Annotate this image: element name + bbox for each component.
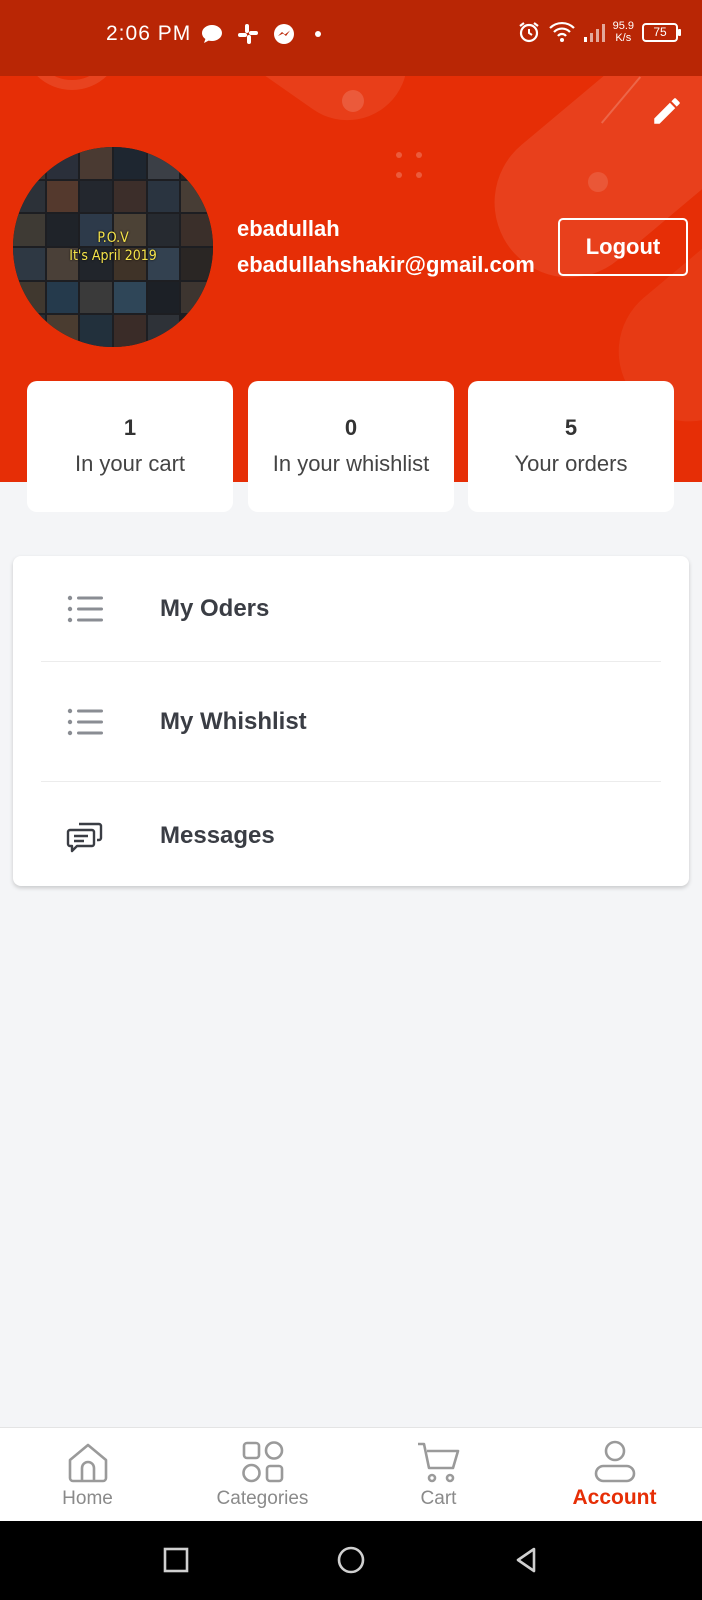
user-icon (594, 1440, 636, 1483)
battery-indicator: 75 (642, 22, 681, 42)
stat-value: 1 (123, 415, 137, 440)
system-navigation-bar (0, 1521, 702, 1600)
stat-orders[interactable]: 5 Your orders (468, 381, 674, 512)
menu-divider (41, 781, 661, 782)
user-name: ebadullah (237, 216, 340, 241)
list-icon (67, 595, 103, 623)
chat-icon (66, 822, 103, 853)
nav-home[interactable]: Home (0, 1428, 175, 1522)
grid-icon (242, 1441, 284, 1483)
menu-item-my-wishlist[interactable]: My Whishlist (13, 669, 689, 775)
nav-categories[interactable]: Categories (175, 1428, 350, 1522)
messenger-icon (274, 24, 294, 44)
stat-value: 5 (564, 415, 578, 440)
nav-cart[interactable]: Cart (351, 1428, 526, 1522)
stat-cart[interactable]: 1 In your cart (27, 381, 233, 512)
slack-icon (238, 24, 258, 44)
signal-icon (583, 24, 605, 42)
wifi-icon (548, 21, 575, 42)
nav-label: Categories (216, 1488, 309, 1509)
decor-dot (588, 172, 608, 192)
nav-account[interactable]: Account (527, 1428, 702, 1522)
bottom-navigation: Home Categories Cart Account (0, 1427, 702, 1521)
stat-label: In your whishlist (272, 451, 430, 476)
nav-label: Cart (420, 1488, 457, 1509)
stat-label: Your orders (514, 451, 628, 476)
menu-item-label: Messages (160, 822, 275, 849)
menu-item-label: My Oders (160, 595, 270, 622)
stat-wishlist[interactable]: 0 In your whishlist (248, 381, 454, 512)
home-button-icon[interactable] (336, 1545, 366, 1575)
decor-dot (342, 90, 364, 112)
decor-dots (394, 148, 434, 188)
logout-button[interactable]: Logout (558, 218, 688, 276)
status-bar: 2:06 PM 95.9 K/s 75 (0, 0, 702, 76)
cart-icon (418, 1442, 460, 1483)
network-speed: 95.9 K/s (612, 20, 634, 44)
chat-bubble-icon (202, 25, 222, 43)
alarm-icon (518, 22, 539, 43)
profile-avatar[interactable]: P.O.V It's April 2019 (13, 147, 213, 347)
user-email: ebadullahshakir@gmail.com (237, 252, 535, 277)
list-icon (67, 708, 103, 736)
recent-apps-icon[interactable] (161, 1545, 191, 1575)
status-time: 2:06 PM (106, 22, 192, 45)
back-icon[interactable] (512, 1545, 542, 1575)
avatar-caption: P.O.V It's April 2019 (69, 230, 157, 264)
home-icon (68, 1443, 108, 1483)
status-right: 95.9 K/s 75 (517, 20, 681, 44)
nav-label: Home (62, 1488, 113, 1509)
account-menu: My Oders My Whishlist Messages (13, 556, 689, 886)
menu-item-messages[interactable]: Messages (13, 783, 689, 889)
notification-dot-icon (315, 31, 321, 37)
nav-label: Account (572, 1486, 657, 1509)
menu-divider (41, 661, 661, 662)
menu-item-label: My Whishlist (160, 708, 307, 735)
edit-pencil-icon[interactable] (650, 94, 684, 128)
menu-item-my-orders[interactable]: My Oders (13, 556, 689, 662)
stat-label: In your cart (74, 451, 186, 476)
stat-value: 0 (344, 415, 358, 440)
